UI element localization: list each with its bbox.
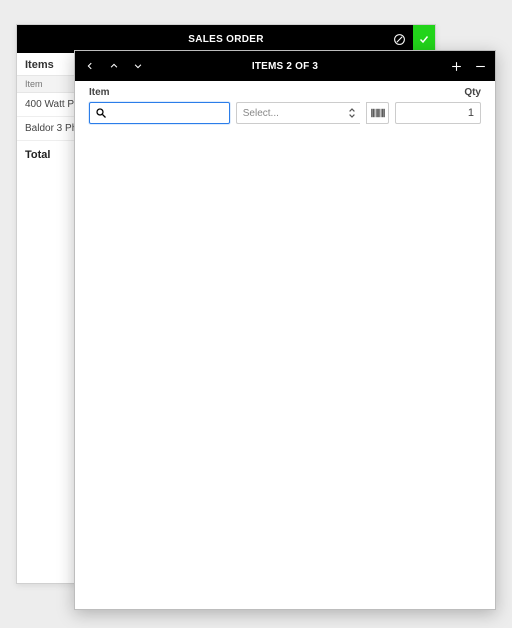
items-modal-header: ITEMS 2 OF 3 <box>75 51 495 81</box>
items-modal: ITEMS 2 OF 3 Item Qty <box>74 50 496 610</box>
search-input[interactable] <box>111 107 224 119</box>
items-modal-title: ITEMS 2 OF 3 <box>252 61 318 72</box>
back-button[interactable] <box>79 52 101 80</box>
barcode-icon <box>371 108 385 118</box>
form-labels: Item Qty <box>75 81 495 102</box>
sales-order-header: SALES ORDER <box>17 25 435 53</box>
chevron-down-icon <box>133 61 143 71</box>
add-button[interactable] <box>447 57 465 75</box>
minus-icon <box>474 60 487 73</box>
cancel-icon <box>393 33 406 46</box>
chevron-left-icon <box>85 61 95 71</box>
sales-order-title: SALES ORDER <box>188 34 264 45</box>
qty-input[interactable] <box>402 107 474 119</box>
qty-input-wrap[interactable] <box>395 102 481 124</box>
search-input-wrap[interactable] <box>89 102 230 124</box>
remove-button[interactable] <box>471 57 489 75</box>
confirm-button[interactable] <box>413 25 435 53</box>
select-placeholder: Select... <box>243 108 279 119</box>
item-select[interactable]: Select... <box>236 102 360 124</box>
form-row: Select... <box>75 102 495 134</box>
barcode-button[interactable] <box>366 102 389 124</box>
label-qty: Qty <box>464 87 481 98</box>
check-icon <box>418 33 430 45</box>
prev-button[interactable] <box>103 52 125 80</box>
cancel-button[interactable] <box>385 25 413 53</box>
search-icon <box>95 107 107 119</box>
next-button[interactable] <box>127 52 149 80</box>
label-item: Item <box>89 87 110 98</box>
select-arrows-icon <box>348 106 356 123</box>
plus-icon <box>450 60 463 73</box>
chevron-up-icon <box>109 61 119 71</box>
